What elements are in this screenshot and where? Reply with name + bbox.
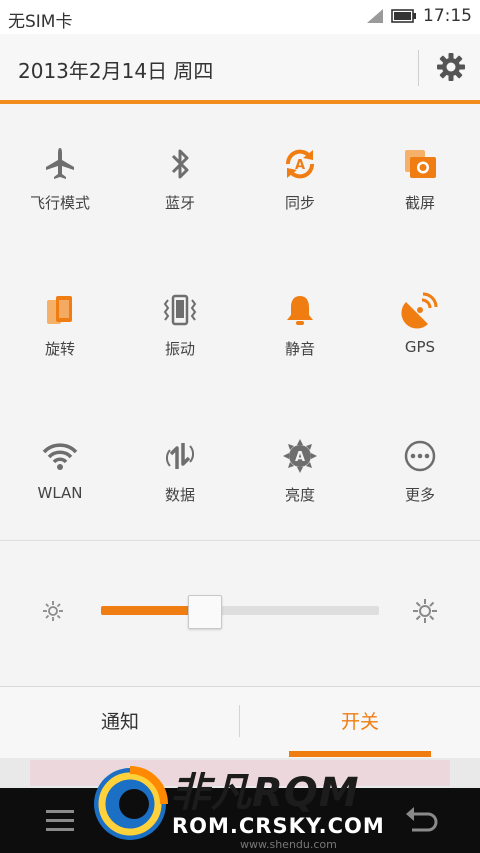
wifi-icon	[42, 443, 78, 470]
svg-text:A: A	[295, 450, 305, 465]
rotate-icon	[47, 296, 72, 324]
toggle-wlan[interactable]: WLAN	[0, 396, 120, 506]
watermark-brand: 非凡RQM	[170, 770, 360, 816]
toggle-airplane[interactable]: 飞行模式	[0, 104, 120, 214]
gear-icon[interactable]	[434, 50, 468, 84]
tab-notifications[interactable]: 通知	[0, 687, 240, 759]
watermark-small: www.shendu.com	[240, 838, 337, 851]
sync-icon: A	[285, 149, 315, 179]
clock: 17:15	[423, 6, 472, 26]
gps-icon	[401, 292, 438, 329]
toggle-rotate[interactable]: 旋转	[0, 250, 120, 360]
watermark-logo-icon	[94, 766, 168, 840]
svg-text:A: A	[295, 158, 305, 173]
toggle-data[interactable]: 数据	[120, 396, 240, 506]
toggle-label: WLAN	[37, 484, 83, 502]
toggle-label: 同步	[284, 194, 315, 212]
date-label: 2013年2月14日 周四	[18, 59, 214, 83]
notification-header: 2013年2月14日 周四	[0, 34, 480, 104]
sun-small-icon	[43, 601, 63, 621]
sun-large-icon	[413, 599, 437, 623]
toggle-gps[interactable]: GPS	[360, 250, 480, 360]
toggle-brightness[interactable]: A 亮度	[240, 396, 360, 506]
auto-brightness-icon: A	[283, 439, 317, 473]
toggle-label: 振动	[164, 340, 195, 358]
watermark: 非凡RQM ROM.CRSKY.COM www.shendu.com	[90, 752, 410, 853]
toggle-bluetooth[interactable]: 蓝牙	[120, 104, 240, 214]
header-divider	[418, 50, 419, 86]
watermark-url: ROM.CRSKY.COM	[172, 814, 385, 838]
toggle-label: 更多	[404, 486, 435, 504]
tab-toggles[interactable]: 开关	[240, 687, 480, 759]
tab-bar: 通知 开关	[0, 686, 480, 759]
data-icon	[166, 443, 194, 469]
toggle-label: 截屏	[404, 194, 435, 212]
toggle-sync[interactable]: A 同步	[240, 104, 360, 214]
toggle-label: 飞行模式	[29, 194, 90, 212]
status-icons: 17:15	[365, 6, 472, 26]
vibrate-icon	[163, 294, 197, 326]
bell-icon	[287, 296, 313, 325]
toggle-silent[interactable]: 静音	[240, 250, 360, 360]
toggle-label: 静音	[284, 340, 315, 358]
toggle-label: 数据	[164, 486, 195, 504]
toggle-vibrate[interactable]: 振动	[120, 250, 240, 360]
toggle-more[interactable]: 更多	[360, 396, 480, 506]
more-icon	[404, 440, 436, 472]
toggle-grid: 飞行模式 蓝牙 A 同步 截屏 旋转 振动 静音 GPS WLAN 数据 A 亮…	[0, 104, 480, 539]
menu-icon[interactable]	[42, 802, 78, 838]
bluetooth-icon	[171, 149, 189, 179]
toggle-label: GPS	[404, 338, 436, 356]
battery-icon	[391, 9, 416, 23]
airplane-icon	[46, 148, 74, 179]
carrier-label: 无SIM卡	[8, 12, 73, 32]
brightness-thumb[interactable]	[187, 595, 222, 629]
signal-icon	[367, 9, 383, 23]
toggle-label: 亮度	[284, 486, 315, 504]
toggle-label: 蓝牙	[164, 194, 195, 212]
screenshot-icon	[405, 150, 436, 178]
brightness-panel	[0, 541, 480, 686]
toggle-screenshot[interactable]: 截屏	[360, 104, 480, 214]
toggle-label: 旋转	[44, 340, 75, 358]
status-bar: 无SIM卡 17:15	[0, 0, 480, 34]
